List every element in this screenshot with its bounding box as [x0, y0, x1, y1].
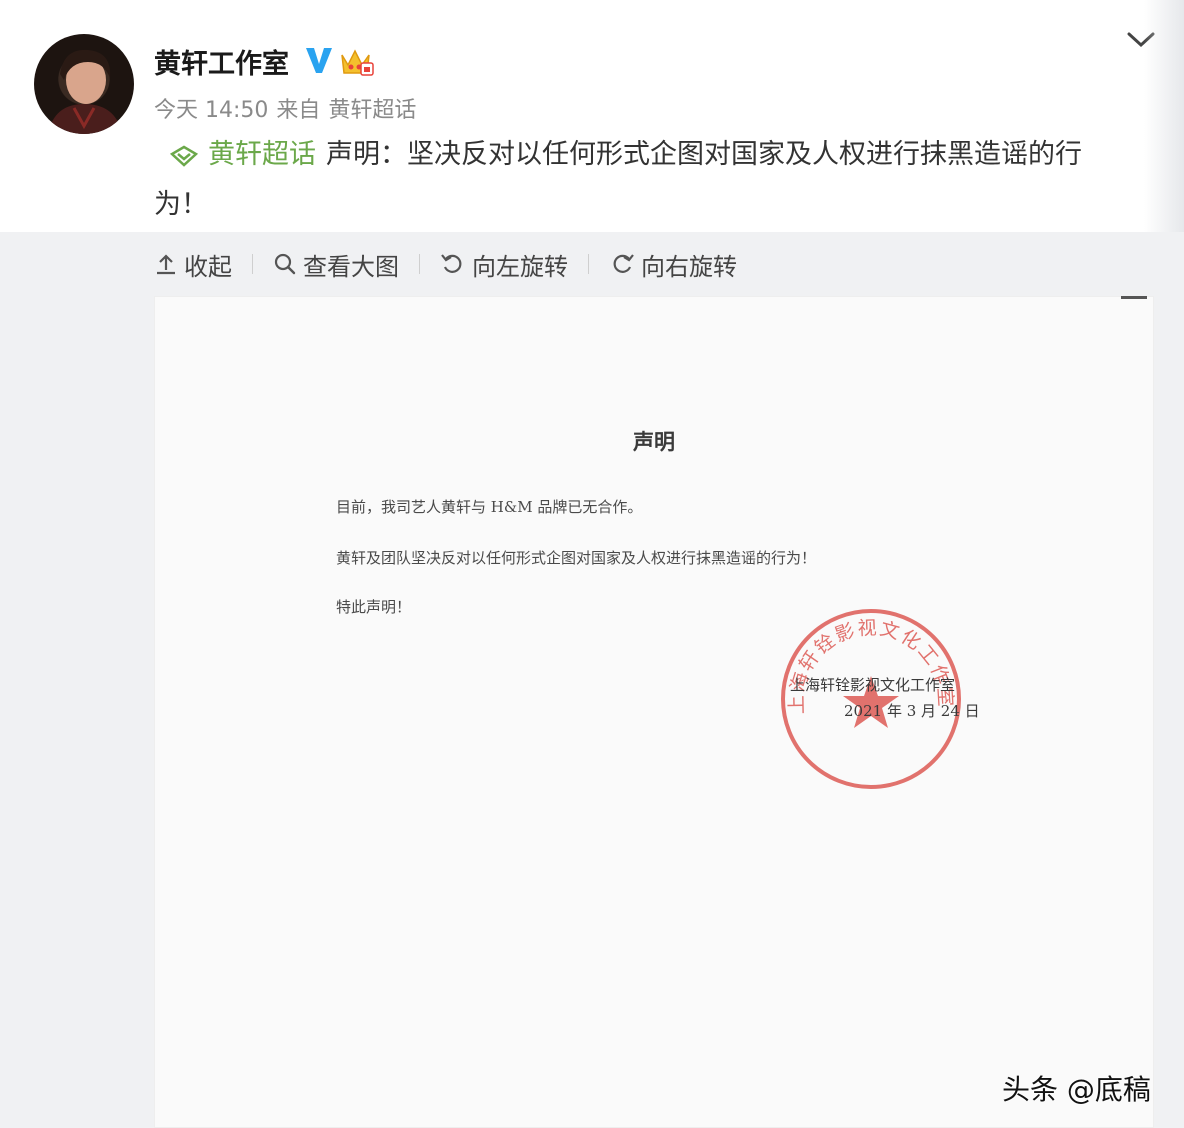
view-large-button[interactable]: 查看大图 — [273, 247, 399, 282]
toolbar-divider — [588, 254, 589, 274]
verified-v-icon — [304, 46, 334, 78]
rotate-right-label: 向右旋转 — [641, 252, 737, 281]
image-edge-mark — [1121, 296, 1147, 299]
arrow-up-icon — [157, 254, 175, 275]
username[interactable]: 黄轩工作室 — [154, 42, 289, 81]
post-meta: 今天 14:50 来自 黄轩超话 — [154, 92, 424, 124]
view-large-label: 查看大图 — [303, 252, 399, 281]
document-paragraph: 目前，我司艺人黄轩与 H&M 品牌已无合作。 — [336, 498, 643, 516]
watermark: 头条 @底稿 — [1002, 1073, 1151, 1106]
avatar[interactable] — [34, 34, 134, 134]
diamond-icon — [169, 136, 199, 182]
document-paragraph: 黄轩及团队坚决反对以任何形式企图对国家及人权进行抹黑造谣的行为！ — [336, 549, 817, 567]
rotate-right-button[interactable]: 向右旋转 — [609, 247, 737, 282]
from-label: 来自 — [276, 98, 321, 123]
post-source[interactable]: 黄轩超话 — [328, 98, 416, 123]
crown-icon[interactable] — [339, 47, 375, 81]
statement-image[interactable]: 声明 目前，我司艺人黄轩与 H&M 品牌已无合作。 黄轩及团队坚决反对以任何形式… — [154, 296, 1154, 1128]
collapse-label: 收起 — [184, 252, 232, 281]
image-toolbar: 收起 查看大图 向左旋转 向右旋转 — [154, 246, 737, 282]
chevron-down-icon[interactable] — [1126, 30, 1156, 54]
toolbar-divider — [252, 254, 253, 274]
signature-org: 上海轩铨影视文化工作室 — [790, 676, 956, 694]
post-header: 黄轩工作室 今天 14:50 来自 黄轩超话 黄轩超话 声明：坚决反对以任何形式企图对… — [0, 0, 1184, 232]
supertopic-link[interactable]: 黄轩超话 — [208, 139, 316, 170]
toolbar-divider — [419, 254, 420, 274]
rotate-right-icon — [613, 254, 634, 273]
document-title: 声明 — [633, 429, 675, 454]
rotate-left-button[interactable]: 向左旋转 — [440, 247, 568, 282]
company-seal: 上海轩铨影视文化工作室 — [781, 609, 961, 789]
search-icon — [274, 253, 296, 275]
rotate-left-icon — [441, 254, 462, 273]
post-content: 黄轩超话 声明：坚决反对以任何形式企图对国家及人权进行抹黑造谣的行为！ — [154, 132, 1124, 228]
collapse-button[interactable]: 收起 — [154, 247, 232, 282]
document-paragraph: 特此声明！ — [336, 598, 412, 616]
signature-date: 2021 年 3 月 24 日 — [844, 702, 980, 720]
rotate-left-label: 向左旋转 — [472, 252, 568, 281]
post-time: 今天 14:50 — [154, 98, 269, 123]
